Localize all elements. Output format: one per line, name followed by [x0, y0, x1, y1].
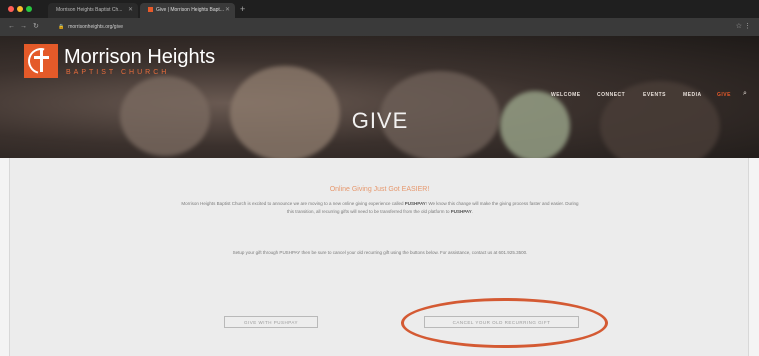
new-tab-icon[interactable]: +	[240, 3, 245, 15]
maximize-window-icon[interactable]	[26, 6, 32, 12]
nav-welcome[interactable]: WELCOME	[551, 92, 581, 98]
url-text: morrisonheights.org/give	[68, 24, 123, 30]
search-icon[interactable]: ⌕	[743, 90, 747, 98]
nav-connect[interactable]: CONNECT	[597, 92, 625, 98]
page-title: GIVE	[351, 108, 409, 133]
forward-icon[interactable]: →	[20, 22, 27, 32]
url-field[interactable]: 🔒 morrisonheights.org/give	[58, 22, 698, 32]
tab-label: Morrison Heights Baptist Ch...	[56, 7, 123, 13]
cross-icon	[40, 50, 43, 72]
giving-heading: Online Giving Just Got EASIER!	[329, 186, 430, 193]
crowd-photo	[120, 76, 210, 156]
instructions-paragraph: Setup your gift through PUSHPAY then be …	[232, 250, 528, 255]
text-segment: .	[471, 209, 474, 214]
tab-give[interactable]: Give | Morrison Heights Bapt... ✕	[140, 3, 235, 18]
tab-label: Give | Morrison Heights Bapt...	[156, 7, 224, 13]
announcement-paragraph: Morrison Heights Baptist Church is excit…	[180, 200, 580, 216]
text-segment: Morrison Heights Baptist Church is excit…	[181, 201, 405, 206]
annotation-circle	[401, 298, 608, 348]
tab-bar: Morrison Heights Baptist Ch... ✕ Give | …	[0, 0, 759, 18]
cross-icon-bar	[34, 56, 49, 59]
pushpay-brand: PUSHPAY	[450, 209, 472, 214]
close-tab-icon[interactable]: ✕	[128, 3, 133, 18]
hero-banner: Morrison Heights BAPTIST CHURCH WELCOME …	[0, 36, 759, 158]
minimize-window-icon[interactable]	[17, 6, 23, 12]
tab-church-home[interactable]: Morrison Heights Baptist Ch... ✕	[48, 3, 138, 18]
give-with-pushpay-button[interactable]: GIVE WITH PUSHPAY	[224, 316, 318, 328]
logo-subtitle: BAPTIST CHURCH	[66, 69, 170, 76]
browser-chrome: Morrison Heights Baptist Ch... ✕ Give | …	[0, 0, 759, 36]
close-window-icon[interactable]	[8, 6, 14, 12]
nav-events[interactable]: EVENTS	[643, 92, 666, 98]
favicon-icon	[148, 7, 153, 13]
lock-icon: 🔒	[58, 24, 65, 30]
nav-give[interactable]: GIVE	[717, 92, 731, 98]
back-icon[interactable]: ←	[8, 22, 15, 32]
address-bar: ← → ↻ 🔒 morrisonheights.org/give ☆ ⋮	[0, 18, 759, 36]
close-tab-icon[interactable]: ✕	[225, 3, 230, 18]
crowd-photo	[500, 91, 570, 158]
main-content: Online Giving Just Got EASIER! Morrison …	[0, 158, 759, 356]
nav-media[interactable]: MEDIA	[683, 92, 702, 98]
browser-menu-icon[interactable]: ☆ ⋮	[736, 22, 751, 32]
reload-icon[interactable]: ↻	[33, 22, 39, 32]
pushpay-brand: PUSHPAY	[404, 201, 426, 206]
logo-name[interactable]: Morrison Heights	[64, 46, 215, 68]
